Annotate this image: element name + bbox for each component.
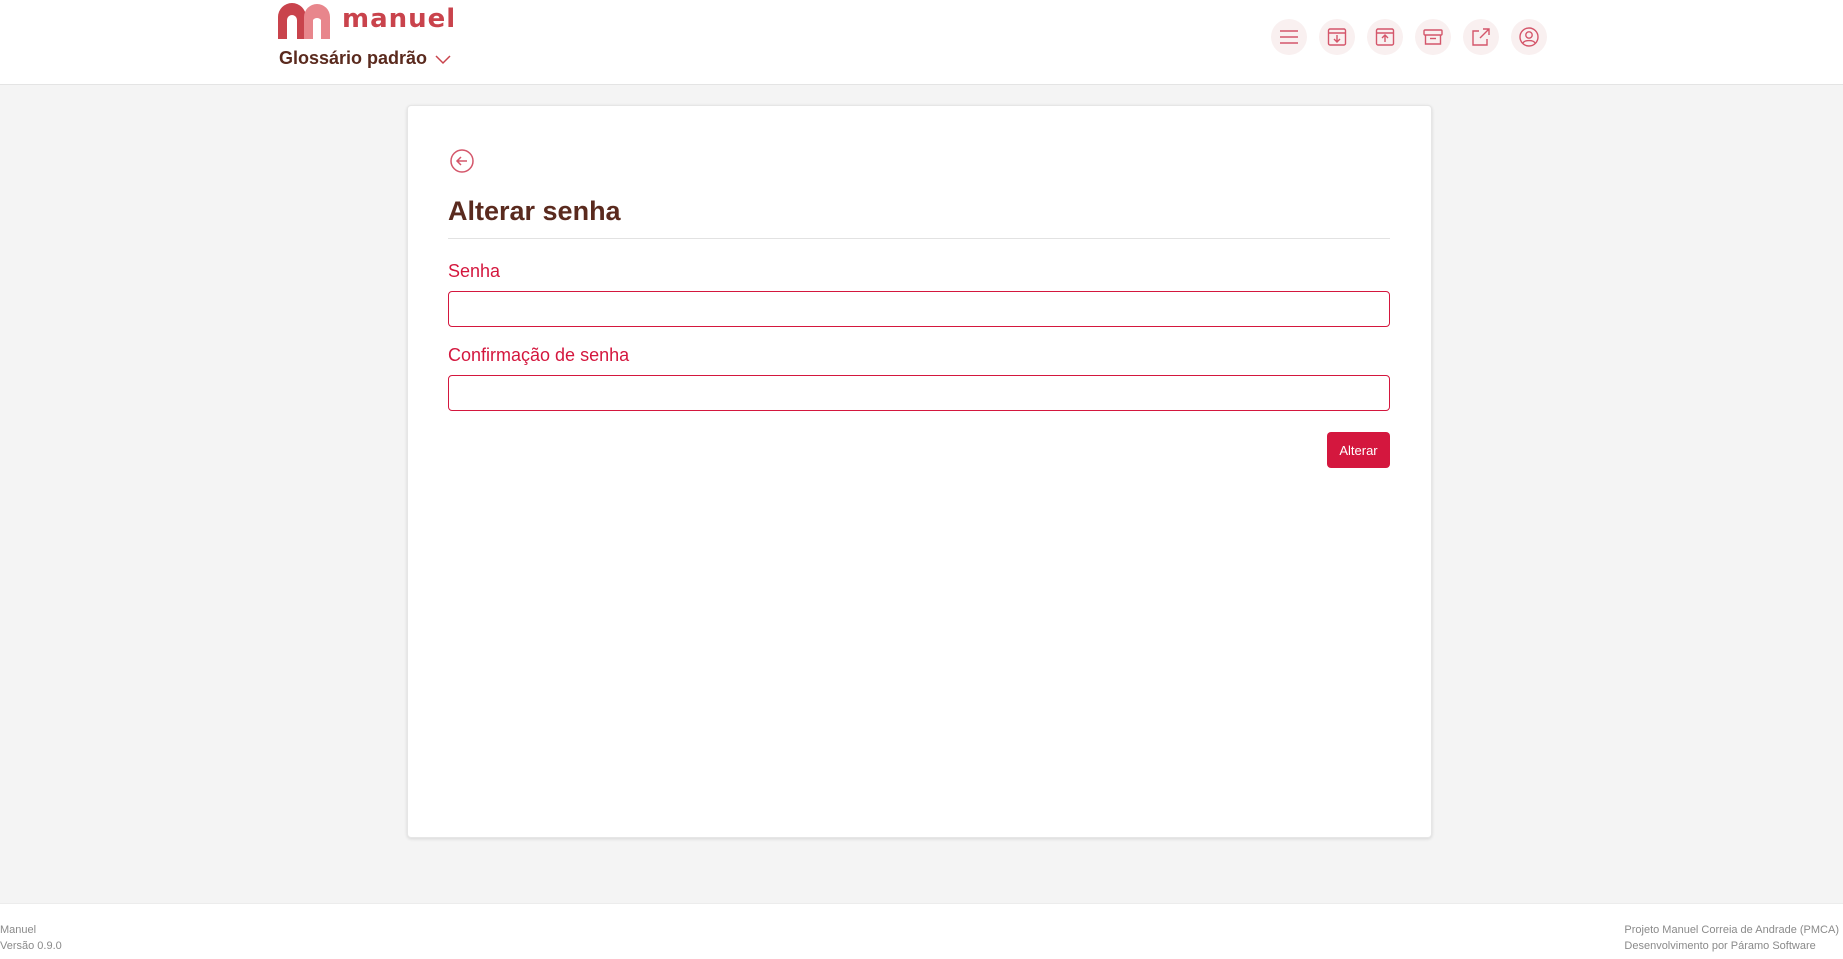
page-title: Alterar senha	[448, 196, 621, 226]
download-icon	[1327, 28, 1347, 46]
password-label: Senha	[448, 261, 501, 281]
user-icon	[1519, 27, 1539, 47]
password-input[interactable]	[448, 291, 1390, 327]
glossary-label: Glossário padrão	[279, 48, 428, 68]
archive-button[interactable]	[1415, 19, 1451, 55]
menu-button[interactable]	[1271, 19, 1307, 55]
title-divider	[448, 238, 1390, 239]
footer-project: Projeto Manuel Correia de Andrade (PMCA)	[1624, 924, 1839, 936]
back-button[interactable]	[449, 148, 475, 174]
footer-version: Versão 0.9.0	[0, 940, 62, 952]
external-link-button[interactable]	[1463, 19, 1499, 55]
change-password-button[interactable]: Alterar	[1327, 432, 1390, 468]
logo-wordmark: manuel	[342, 4, 457, 34]
arrow-left-circle-icon	[450, 149, 474, 173]
footer-app-info: Manuel Versão 0.9.0	[0, 922, 62, 954]
password-confirmation-label: Confirmação de senha	[448, 345, 630, 365]
change-password-card: Alterar senha Senha Confirmação de senha…	[407, 105, 1432, 838]
upload-icon	[1375, 28, 1395, 46]
user-account-button[interactable]	[1511, 19, 1547, 55]
footer-credits: Projeto Manuel Correia de Andrade (PMCA)…	[1624, 922, 1839, 954]
external-link-icon	[1472, 28, 1490, 46]
footer-app-name: Manuel	[0, 924, 37, 936]
archive-icon	[1423, 29, 1443, 45]
upload-button[interactable]	[1367, 19, 1403, 55]
app-header: manuel Glossário padrão	[0, 0, 1843, 85]
app-footer: Manuel Versão 0.9.0 Projeto Manuel Corre…	[0, 903, 1843, 959]
footer-developer: Desenvolvimento por Páramo Software	[1624, 940, 1816, 952]
logo-mark-icon	[278, 3, 330, 39]
app-logo[interactable]: manuel	[278, 3, 456, 39]
password-confirmation-input[interactable]	[448, 375, 1390, 411]
menu-icon	[1280, 30, 1298, 44]
download-button[interactable]	[1319, 19, 1355, 55]
chevron-down-icon	[435, 55, 451, 65]
header-toolbar	[1271, 19, 1547, 55]
glossary-selector[interactable]: Glossário padrão	[279, 48, 451, 69]
